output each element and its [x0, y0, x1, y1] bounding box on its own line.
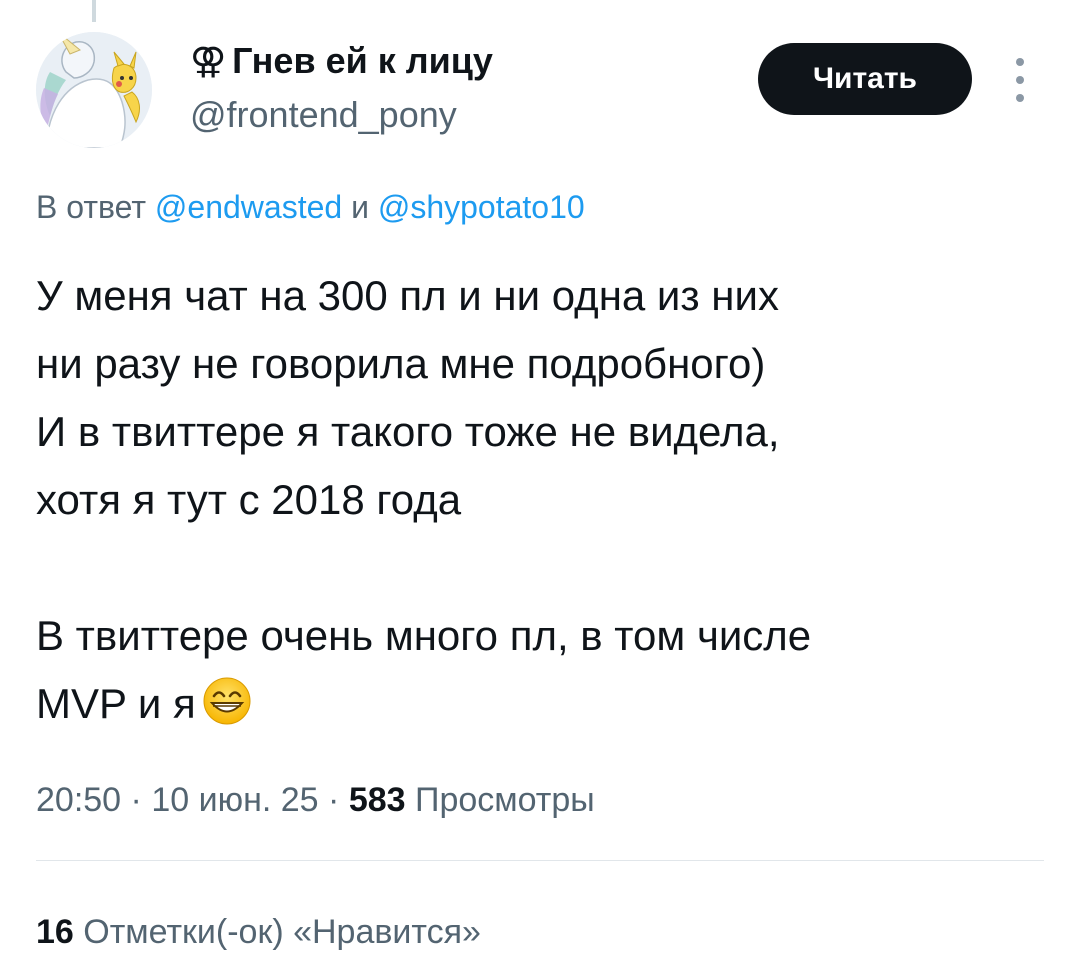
follow-button[interactable]: Читать: [758, 43, 972, 115]
tweet-paragraph-with-emoji: В твиттере очень много пл, в том числе M…: [36, 602, 1046, 738]
meta-separator: ·: [328, 781, 340, 819]
grinning-face-emoji-icon: [203, 677, 251, 725]
avatar-image: [36, 32, 152, 148]
tweet-meta: 20:50 · 10 июн. 25 · 583 Просмотры: [36, 776, 595, 824]
tweet-body: У меня чат на 300 пл и ни одна из них ни…: [36, 262, 1046, 738]
tweet-time[interactable]: 20:50: [36, 781, 121, 819]
views-count: 583: [348, 781, 406, 819]
avatar[interactable]: [36, 32, 152, 148]
reply-user-link[interactable]: @shypotato10: [378, 189, 585, 225]
author-handle[interactable]: @frontend_pony: [190, 92, 457, 138]
reply-user-link[interactable]: @endwasted: [155, 189, 342, 225]
more-dot: [1016, 76, 1024, 84]
tweet-date[interactable]: 10 июн. 25: [151, 781, 318, 819]
likes-count: 16: [36, 913, 74, 951]
tweet-paragraph: У меня чат на 300 пл и ни одна из них ни…: [36, 272, 780, 523]
more-dot: [1016, 58, 1024, 66]
reply-context: В ответ @endwasted и @shypotato10: [36, 186, 585, 228]
views-label: Просмотры: [415, 781, 595, 819]
reply-conjunction: и: [351, 189, 369, 225]
meta-separator: ·: [130, 781, 142, 819]
more-dot: [1016, 94, 1024, 102]
more-options-icon[interactable]: [1008, 58, 1032, 102]
reply-prefix: В ответ: [36, 189, 147, 225]
author-display-name[interactable]: ⚢ Гнев ей к лицу: [190, 38, 493, 84]
lesbian-symbol-icon: ⚢: [190, 40, 227, 81]
tweet-paragraph: В твиттере очень много пл, в том числе M…: [36, 612, 812, 727]
likes-label: Отметки(-ок) «Нравится»: [83, 913, 481, 951]
author-display-name-text: Гнев ей к лицу: [232, 40, 493, 81]
thread-connector-line: [92, 0, 96, 22]
divider: [36, 860, 1044, 861]
likes-link[interactable]: 16 Отметки(-ок) «Нравится»: [36, 908, 481, 956]
